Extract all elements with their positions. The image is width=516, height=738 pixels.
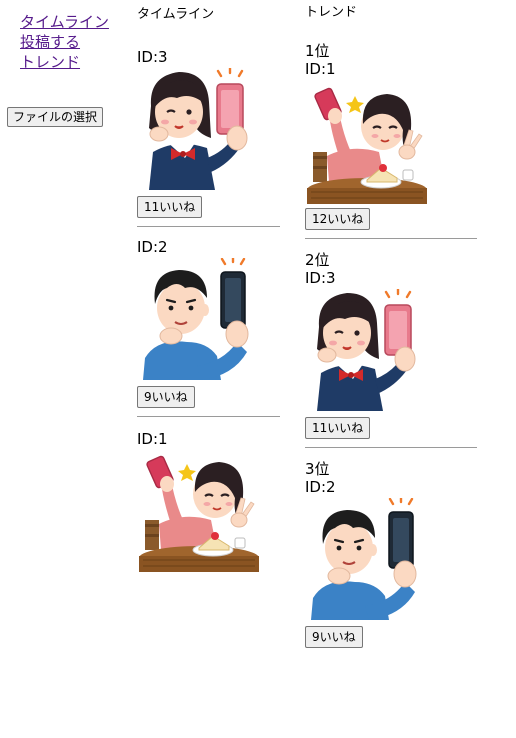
file-select-button[interactable]: ファイルの選択 [7,107,104,127]
post-image [305,498,427,620]
like-button[interactable]: 11いいね [305,417,371,439]
trend-column: トレンド 1位 ID:1 12いいね 2位 ID:3 11いいね 3位 ID:2… [305,5,477,648]
post-id-label: ID:1 [305,60,336,78]
rank-label: 2位 [305,251,330,269]
timeline-post: ID:3 11いいね [137,48,280,218]
trend-post: 1位 ID:1 12いいね [305,42,477,230]
post-divider [137,226,280,227]
trend-post: 2位 ID:3 11いいね [305,251,477,439]
trend-header: トレンド [305,5,358,20]
post-divider [305,447,477,448]
rank-label: 1位 [305,42,330,60]
like-button[interactable]: 12いいね [305,208,371,230]
like-button[interactable]: 11いいね [137,196,203,218]
post-divider [305,238,477,239]
post-image [137,68,259,190]
post-image [137,258,259,380]
rank-label: 3位 [305,460,330,478]
timeline-header: タイムライン [137,7,215,22]
post-image [137,450,259,572]
post-id-label: ID:2 [137,238,168,256]
nav-link-trend[interactable]: トレンド [20,52,109,72]
timeline-post: ID:2 9いいね [137,238,280,408]
timeline-column: タイムライン ID:3 11いいね ID:2 9いいね ID:1 [137,6,280,572]
post-image [305,82,427,204]
nav-link-timeline[interactable]: タイムライン [20,12,109,32]
post-id-label: ID:2 [305,478,336,496]
like-button[interactable]: 9いいね [305,626,363,648]
timeline-post: ID:1 [137,430,280,572]
nav-link-post[interactable]: 投稿する [20,32,109,52]
post-id-label: ID:3 [305,269,336,287]
post-divider [137,416,280,417]
trend-post: 3位 ID:2 9いいね [305,460,477,648]
side-nav: タイムライン 投稿する トレンド [20,12,109,72]
post-image [305,289,427,411]
like-button[interactable]: 9いいね [137,386,195,408]
post-id-label: ID:1 [137,430,168,448]
post-id-label: ID:3 [137,48,168,66]
